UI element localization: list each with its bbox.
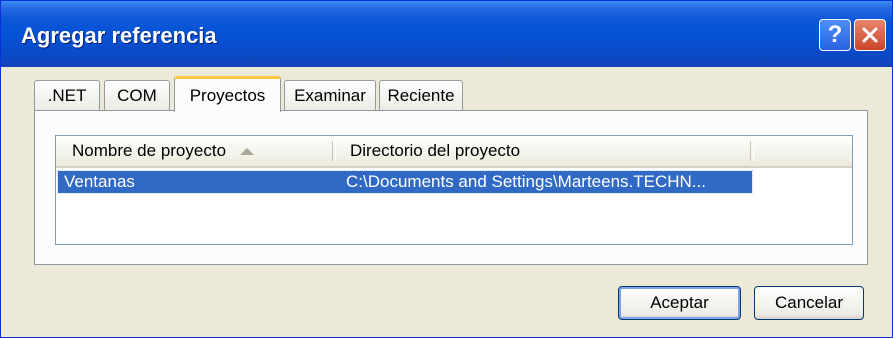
column-header-label: Directorio del proyecto — [350, 141, 521, 160]
accept-button[interactable]: Aceptar — [618, 286, 741, 320]
tab-proyectos[interactable]: Proyectos — [174, 76, 281, 112]
close-button[interactable] — [854, 19, 886, 51]
tab-com[interactable]: COM — [104, 80, 170, 110]
close-icon — [862, 27, 878, 43]
help-icon: ? — [827, 21, 843, 48]
tab-reciente[interactable]: Reciente — [379, 80, 463, 110]
accept-button-label: Aceptar — [650, 293, 709, 312]
tab-panel: Nombre de proyecto Directorio del proyec… — [34, 110, 868, 265]
tab-label: Examinar — [294, 85, 366, 105]
project-list[interactable]: Nombre de proyecto Directorio del proyec… — [55, 135, 853, 245]
column-header-directory[interactable]: Directorio del proyecto — [334, 136, 750, 166]
project-name-cell: Ventanas — [64, 172, 135, 191]
tab-net[interactable]: .NET — [34, 80, 100, 110]
tab-examinar[interactable]: Examinar — [284, 80, 376, 110]
project-directory-cell: C:\Documents and Settings\Marteens.TECHN… — [346, 172, 706, 191]
window-title: Agregar referencia — [21, 23, 217, 48]
sort-ascending-icon — [240, 147, 255, 155]
column-divider[interactable] — [750, 141, 754, 161]
tab-label: COM — [117, 85, 157, 105]
list-header: Nombre de proyecto Directorio del proyec… — [56, 136, 852, 168]
tab-label: .NET — [47, 85, 87, 105]
title-bar[interactable]: Agregar referencia ? — [1, 1, 892, 67]
list-row-ventanas[interactable]: Ventanas C:\Documents and Settings\Marte… — [57, 170, 753, 194]
column-header-label: Nombre de proyecto — [72, 141, 227, 160]
column-header-name[interactable]: Nombre de proyecto — [56, 136, 332, 166]
cancel-button[interactable]: Cancelar — [754, 286, 864, 320]
cancel-button-label: Cancelar — [774, 293, 844, 312]
help-button[interactable]: ? — [819, 19, 851, 51]
tab-label: Reciente — [387, 85, 455, 105]
dialog-window: Agregar referencia ? .NET COM Proyectos … — [0, 0, 893, 338]
tab-label: Proyectos — [189, 85, 266, 105]
